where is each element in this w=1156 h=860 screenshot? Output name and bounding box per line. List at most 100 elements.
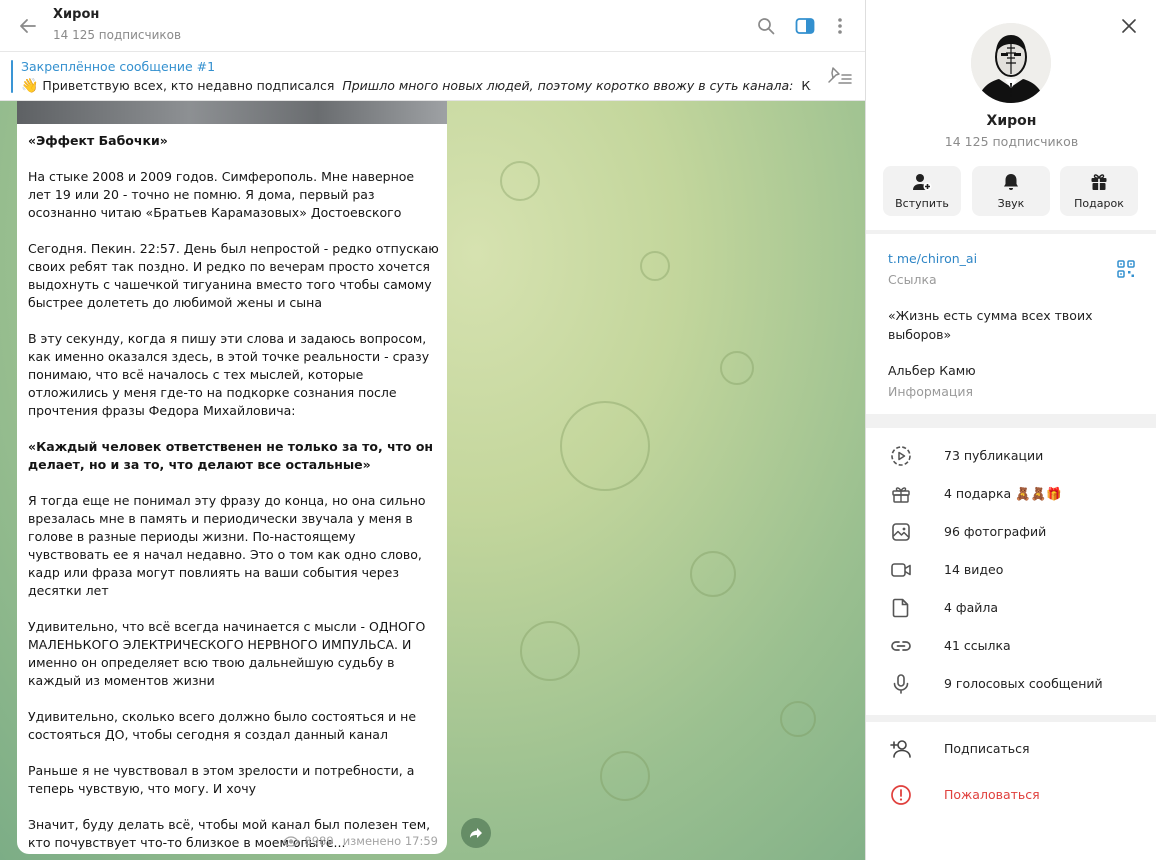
search-icon (758, 18, 775, 35)
sound-button[interactable]: Звук (972, 166, 1050, 216)
profile-subscribers: 14 125 подписчиков (944, 134, 1079, 149)
channel-bio-author: Альбер Камю (888, 363, 976, 378)
voice-count: 9 голосовых сообщений (944, 676, 1103, 691)
add-user-icon (913, 174, 932, 191)
wallpaper-doodle (640, 251, 670, 281)
eye-icon (283, 835, 300, 847)
channel-avatar[interactable] (971, 23, 1051, 103)
media-row-gifts[interactable]: 4 подарка 🧸🧸🎁 (866, 475, 1156, 513)
gifts-info: 4 подарка 🧸🧸🎁 (944, 486, 1062, 502)
wallpaper-doodle (600, 751, 650, 801)
join-label: Вступить (895, 197, 949, 210)
file-icon (892, 598, 909, 618)
chat-subscribers: 14 125 подписчиков (53, 28, 182, 42)
qr-code-button[interactable] (1117, 260, 1135, 278)
arrow-left-icon (20, 19, 36, 33)
pinned-text-tail: Ключев... (801, 78, 811, 93)
chat-area: Хирон 14 125 подписчиков Закреплённое со… (0, 0, 865, 860)
media-row-voice[interactable]: 9 голосовых сообщений (866, 665, 1156, 703)
profile-header: Хирон 14 125 подписчиков Вступить Звук П… (866, 0, 1156, 230)
channel-link[interactable]: t.me/chiron_ai (888, 251, 977, 266)
close-icon (1122, 19, 1136, 33)
gift-button[interactable]: Подарок (1060, 166, 1138, 216)
pin-list-icon (828, 67, 852, 84)
channel-post[interactable]: «Эффект Бабочки» На стыке 2008 и 2009 го… (17, 101, 447, 854)
post-paragraph: Я тогда еще не понимал эту фразу до конц… (28, 493, 426, 598)
report-action[interactable]: Пожаловаться (866, 775, 1156, 815)
wave-emoji: 👋 (21, 78, 39, 94)
wallpaper-doodle (720, 351, 754, 385)
pinned-list-button[interactable] (827, 65, 853, 89)
stories-icon (891, 446, 911, 466)
link-icon (891, 641, 911, 651)
pinned-title: Закреплённое сообщение #1 (21, 59, 216, 74)
sound-label: Звук (997, 197, 1025, 210)
pinned-text-plain: Приветствую всех, кто недавно подписался (42, 78, 335, 93)
photo-icon (892, 523, 910, 541)
chat-title[interactable]: Хирон (53, 7, 99, 22)
wallpaper-doodle (560, 401, 650, 491)
channel-link-label: Ссылка (888, 272, 937, 287)
post-photo[interactable] (17, 101, 447, 124)
subscribe-label: Подписаться (944, 741, 1030, 756)
profile-actions: Подписаться Пожаловаться (866, 722, 1156, 860)
forward-icon (470, 828, 482, 838)
post-quote: «Каждый человек ответственен не только з… (28, 439, 434, 472)
subscribe-action[interactable]: Подписаться (866, 729, 1156, 769)
pinned-preview: 👋 Приветствую всех, кто недавно подписал… (21, 78, 811, 94)
add-user-outline-icon (890, 740, 911, 758)
wallpaper-doodle (520, 621, 580, 681)
search-button[interactable] (753, 13, 779, 39)
bell-icon (1004, 174, 1018, 190)
more-menu-button[interactable] (827, 13, 853, 39)
profile-info: t.me/chiron_ai Ссылка «Жизнь есть сумма … (866, 234, 1156, 414)
media-row-videos[interactable]: 14 видео (866, 551, 1156, 589)
pinned-message-bar[interactable]: Закреплённое сообщение #1 👋 Приветствую … (0, 52, 865, 101)
gift-label: Подарок (1074, 197, 1124, 210)
profile-panel: Хирон 14 125 подписчиков Вступить Звук П… (865, 0, 1156, 860)
media-row-posts[interactable]: 73 публикации (866, 437, 1156, 475)
post-paragraph: В эту секунду, когда я пишу эти слова и … (28, 331, 430, 418)
post-paragraph: На стыке 2008 и 2009 годов. Симферополь.… (28, 169, 415, 220)
wallpaper-doodle (500, 161, 540, 201)
chat-header: Хирон 14 125 подписчиков (0, 0, 865, 52)
close-panel-button[interactable] (1117, 14, 1141, 38)
post-paragraph: Удивительно, что всё всегда начинается с… (28, 619, 426, 688)
toggle-sidebar-button[interactable] (792, 13, 818, 39)
videos-count: 14 видео (944, 562, 1004, 577)
post-meta: 8989 изменено 17:59 (283, 834, 438, 848)
video-icon (891, 563, 911, 577)
post-paragraph: Раньше я не чувствовал в этом зрелости и… (28, 763, 415, 796)
posts-count: 73 публикации (944, 448, 1044, 463)
avatar-portrait-icon (971, 23, 1051, 103)
wallpaper-doodle (690, 551, 736, 597)
post-text: «Эффект Бабочки» На стыке 2008 и 2009 го… (28, 132, 440, 854)
channel-bio: «Жизнь есть сумма всех твоих выборов» (888, 308, 1093, 342)
channel-bio-label: Информация (888, 384, 974, 399)
post-paragraph: Удивительно, сколько всего должно было с… (28, 709, 417, 742)
qr-code-icon (1117, 260, 1135, 278)
post-title: «Эффект Бабочки» (28, 133, 168, 148)
post-paragraph: Сегодня. Пекин. 22:57. День был непросто… (28, 241, 439, 310)
links-count: 41 ссылка (944, 638, 1011, 653)
media-row-links[interactable]: 41 ссылка (866, 627, 1156, 665)
media-row-files[interactable]: 4 файла (866, 589, 1156, 627)
sidebar-icon (795, 18, 815, 34)
more-vertical-icon (838, 18, 842, 34)
photos-count: 96 фотографий (944, 524, 1047, 539)
pinned-indicator (11, 60, 13, 93)
gift-box-icon (892, 487, 910, 503)
profile-name: Хирон (986, 113, 1037, 129)
shared-media-list: 73 публикации 4 подарка 🧸🧸🎁 96 фотографи… (866, 428, 1156, 715)
files-count: 4 файла (944, 600, 999, 615)
forward-button[interactable] (461, 818, 491, 848)
warning-icon (891, 785, 911, 805)
gifts-count: 4 подарка (944, 486, 1012, 501)
edited-time: изменено 17:59 (342, 834, 438, 848)
media-row-photos[interactable]: 96 фотографий (866, 513, 1156, 551)
gift-icon (1091, 174, 1107, 190)
microphone-icon (893, 674, 909, 694)
back-button[interactable] (14, 12, 42, 40)
join-button[interactable]: Вступить (883, 166, 961, 216)
wallpaper-doodle (780, 701, 816, 737)
